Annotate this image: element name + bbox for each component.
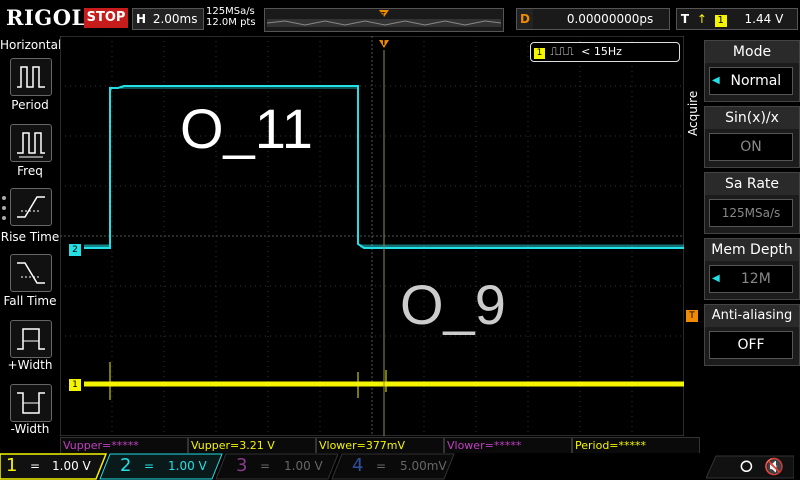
rise-time-icon	[17, 196, 45, 218]
mode-left-arrow-icon: ◀	[712, 75, 720, 86]
trigger-key: T	[680, 12, 690, 26]
page-indicator-dots	[2, 196, 6, 226]
positive-width-button[interactable]	[10, 320, 52, 358]
sinx-value[interactable]: ON	[709, 133, 793, 161]
channel-2-number[interactable]: 2	[120, 455, 131, 477]
mem-depth-value[interactable]: ◀ 12M	[709, 265, 793, 293]
channel-4-scale[interactable]: 5.00mV	[400, 459, 447, 473]
anti-aliasing-value[interactable]: OFF	[709, 331, 793, 359]
trigger-source-channel: 1	[714, 15, 727, 27]
negative-width-label: -Width	[10, 422, 50, 436]
channel-1-marker[interactable]: 1	[69, 379, 81, 391]
frequency-icon	[17, 132, 45, 158]
negative-width-button[interactable]	[10, 384, 52, 422]
memory-waveform-overview: T	[266, 10, 502, 27]
rigol-logo: RIGOL	[6, 5, 87, 30]
period-icon	[17, 66, 45, 88]
acquire-side-label: Acquire	[686, 90, 700, 136]
trigger-position-marker: T	[380, 11, 386, 19]
square-wave-icon: ⎍⎍⎍	[550, 45, 574, 58]
acquire-menu: Acquire Mode ◀ Normal Sin(x)/x ON Sa Rate…	[686, 36, 800, 436]
period-button[interactable]	[10, 58, 52, 96]
measurement-item[interactable]: Vupper=*****	[60, 437, 188, 454]
delay-readout[interactable]: D 0.00000000ps	[516, 8, 670, 30]
sample-rate-readout: 125MSa/s 12.0M pts	[206, 6, 256, 28]
channel-2-coupling: =	[144, 459, 155, 473]
sinx-label: Sin(x)/x	[705, 107, 799, 129]
frequency-button[interactable]	[10, 124, 52, 162]
horizontal-measure-menu: Horizontal Period Freq Rise Time Fall Ti…	[0, 36, 62, 436]
memory-points: 12.0M pts	[206, 17, 256, 28]
waveform-grid	[59, 35, 685, 437]
channel-1-scale[interactable]: 1.00 V	[52, 459, 91, 473]
freq-label: Freq	[17, 164, 43, 178]
measurement-item[interactable]: Period=*****	[572, 437, 700, 454]
usb-icon: ⭘	[740, 457, 753, 476]
mem-depth-left-arrow-icon: ◀	[712, 273, 720, 284]
measurement-item[interactable]: Vupper=3.21 V	[188, 437, 316, 454]
fall-time-label: Fall Time	[3, 294, 57, 308]
rise-time-label: Rise Time	[0, 230, 60, 244]
channel-status-bar: 1 = 1.00 V 2 = 1.00 V 3 = 1.00 V 4 = 5.0…	[0, 453, 800, 480]
trigger-level: 1.44 V	[744, 12, 784, 26]
channel-2-marker[interactable]: 2	[69, 244, 81, 256]
sample-rate: 125MSa/s	[206, 6, 255, 17]
mode-value[interactable]: ◀ Normal	[709, 67, 793, 95]
speaker-muted-icon[interactable]: 🔇	[764, 457, 784, 476]
top-status-bar: RIGOL STOP H 2.00ms 125MSa/s 12.0M pts T…	[0, 0, 800, 36]
frequency-counter-badge[interactable]: 1 ⎍⎍⎍ < 15Hz	[530, 42, 680, 62]
sa-rate-label: Sa Rate	[705, 173, 799, 195]
channel-4-coupling: =	[376, 459, 387, 473]
horizontal-key: H	[135, 12, 147, 26]
measurement-item[interactable]: Vlower=*****	[444, 437, 572, 454]
rise-time-button[interactable]	[10, 188, 52, 226]
measurement-item[interactable]: Vlower=377mV	[316, 437, 444, 454]
sa-rate-softkey[interactable]: Sa Rate 125MSa/s	[704, 172, 800, 234]
sa-rate-value: 125MSa/s	[709, 199, 793, 227]
measurement-bar: Vupper=***** Vupper=3.21 V Vlower=377mV …	[60, 437, 700, 454]
period-label: Period	[11, 98, 49, 112]
sinx-softkey[interactable]: Sin(x)/x ON	[704, 106, 800, 168]
anti-aliasing-softkey[interactable]: Anti-aliasing OFF	[704, 304, 800, 366]
channel-1-number[interactable]: 1	[6, 455, 17, 477]
channel-1-coupling: =	[30, 459, 41, 473]
channel-3-coupling: =	[260, 459, 271, 473]
timebase-value: 2.00ms	[152, 12, 198, 26]
mem-depth-label: Mem Depth	[705, 239, 799, 261]
positive-width-icon	[17, 328, 45, 350]
channel-4-number[interactable]: 4	[352, 455, 363, 477]
trace-label-ch1: O_9	[400, 273, 506, 336]
negative-width-icon	[17, 392, 45, 414]
trigger-top-marker: T	[381, 38, 387, 47]
positive-width-label: +Width	[7, 358, 53, 372]
horizontal-timebase[interactable]: H 2.00ms	[132, 8, 204, 30]
waveform-display[interactable]: T 1 ⎍⎍⎍ < 15Hz O_11 O_9	[59, 35, 685, 437]
left-menu-title: Horizontal	[0, 38, 62, 52]
trace-label-ch2: O_11	[180, 97, 313, 160]
fall-time-icon	[17, 262, 45, 284]
delay-key: D	[517, 9, 533, 29]
trigger-readout[interactable]: T ↑ 1 1.44 V	[676, 8, 798, 30]
anti-aliasing-label: Anti-aliasing	[705, 305, 799, 327]
channel-3-number[interactable]: 3	[236, 455, 247, 477]
rising-edge-icon: ↑	[696, 12, 707, 26]
counter-value: < 15Hz	[581, 45, 622, 58]
mode-softkey[interactable]: Mode ◀ Normal	[704, 40, 800, 102]
mode-label: Mode	[705, 41, 799, 63]
channel-2-scale[interactable]: 1.00 V	[168, 459, 207, 473]
mem-depth-softkey[interactable]: Mem Depth ◀ 12M	[704, 238, 800, 300]
fall-time-button[interactable]	[10, 254, 52, 292]
memory-position-bar[interactable]: T	[264, 8, 504, 32]
counter-channel: 1	[534, 48, 545, 59]
run-stop-indicator[interactable]: STOP	[84, 8, 128, 28]
channel-3-scale[interactable]: 1.00 V	[284, 459, 323, 473]
delay-value: 0.00000000ps	[566, 12, 654, 26]
